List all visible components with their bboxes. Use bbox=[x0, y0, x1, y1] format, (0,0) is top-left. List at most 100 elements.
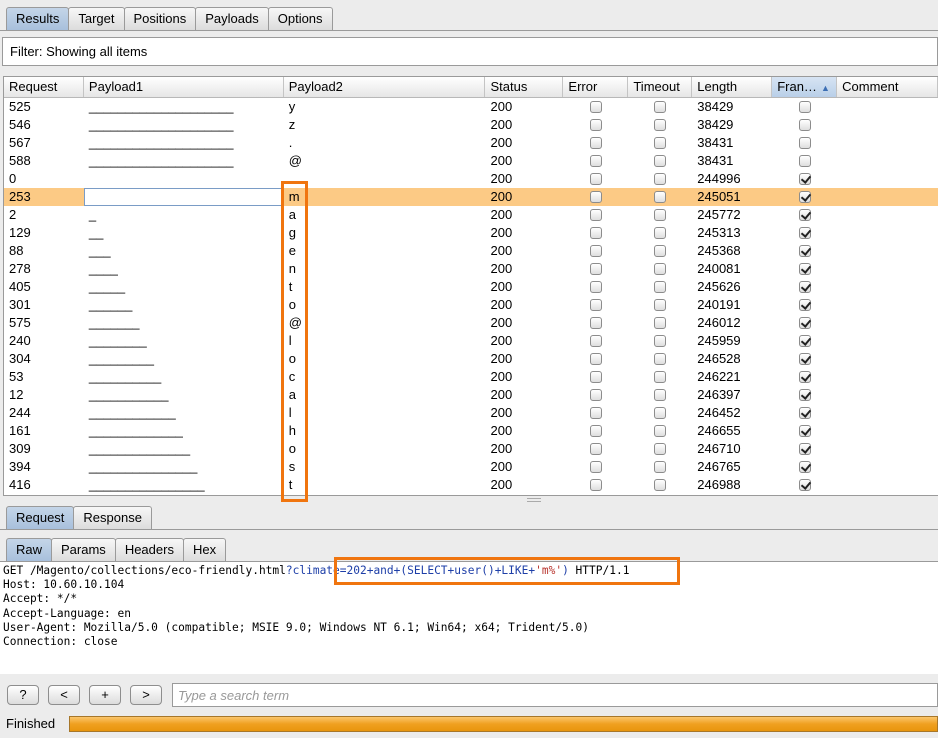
timeout-checkbox[interactable] bbox=[654, 208, 667, 221]
table-row[interactable]: 244 ____________ l 200 246452 bbox=[4, 404, 938, 422]
timeout-checkbox[interactable] bbox=[654, 298, 667, 311]
table-row[interactable]: 309 ______________ o 200 246710 bbox=[4, 440, 938, 458]
timeout-checkbox[interactable] bbox=[654, 406, 667, 419]
tab-raw[interactable]: Raw bbox=[6, 538, 53, 561]
table-row[interactable]: 88 ___ e 200 245368 bbox=[4, 242, 938, 260]
table-row[interactable]: 278 ____ n 200 240081 bbox=[4, 260, 938, 278]
flag-checkbox[interactable] bbox=[798, 100, 811, 113]
timeout-checkbox[interactable] bbox=[654, 154, 667, 167]
table-row[interactable]: 301 ______ o 200 240191 bbox=[4, 296, 938, 314]
error-checkbox[interactable] bbox=[589, 334, 602, 347]
column-header-length[interactable]: Length bbox=[692, 77, 773, 97]
column-header-request[interactable]: Request bbox=[4, 77, 84, 97]
flag-checkbox[interactable] bbox=[798, 370, 811, 383]
error-checkbox[interactable] bbox=[589, 442, 602, 455]
timeout-checkbox[interactable] bbox=[654, 478, 667, 491]
table-row[interactable]: 575 _______ @200 246012 bbox=[4, 314, 938, 332]
add-button[interactable]: + bbox=[89, 685, 121, 705]
column-header-payload2[interactable]: Payload2 bbox=[284, 77, 486, 97]
flag-checkbox[interactable] bbox=[798, 460, 811, 473]
timeout-checkbox[interactable] bbox=[654, 316, 667, 329]
error-checkbox[interactable] bbox=[589, 298, 602, 311]
error-checkbox[interactable] bbox=[589, 460, 602, 473]
table-row[interactable]: 405 _____ t 200 245626 bbox=[4, 278, 938, 296]
error-checkbox[interactable] bbox=[589, 154, 602, 167]
previous-match-button[interactable]: < bbox=[48, 685, 80, 705]
flag-checkbox[interactable] bbox=[798, 298, 811, 311]
table-row[interactable]: 588 ____________________ @200 38431 bbox=[4, 152, 938, 170]
error-checkbox[interactable] bbox=[589, 136, 602, 149]
timeout-checkbox[interactable] bbox=[654, 352, 667, 365]
table-row[interactable]: 161 _____________ h 200 246655 bbox=[4, 422, 938, 440]
tab-options[interactable]: Options bbox=[267, 7, 333, 30]
flag-checkbox[interactable] bbox=[798, 118, 811, 131]
table-row[interactable]: 416 ________________ t 200 246988 bbox=[4, 476, 938, 494]
flag-checkbox[interactable] bbox=[798, 280, 811, 293]
table-row[interactable]: 240 ________ l 200 245959 bbox=[4, 332, 938, 350]
table-row[interactable]: 253 m 200 245051 bbox=[4, 188, 938, 206]
help-button[interactable]: ? bbox=[7, 685, 39, 705]
error-checkbox[interactable] bbox=[589, 172, 602, 185]
timeout-checkbox[interactable] bbox=[654, 460, 667, 473]
raw-request-editor[interactable]: GET /Magento/collections/eco-friendly.ht… bbox=[0, 562, 938, 674]
table-row[interactable]: 546 ____________________ z 200 38429 bbox=[4, 116, 938, 134]
flag-checkbox[interactable] bbox=[798, 424, 811, 437]
timeout-checkbox[interactable] bbox=[654, 388, 667, 401]
timeout-checkbox[interactable] bbox=[654, 172, 667, 185]
error-checkbox[interactable] bbox=[589, 244, 602, 257]
table-row[interactable]: 567 ____________________. 200 38431 bbox=[4, 134, 938, 152]
table-row[interactable]: 53 __________ c 200 246221 bbox=[4, 368, 938, 386]
error-checkbox[interactable] bbox=[589, 424, 602, 437]
flag-checkbox[interactable] bbox=[798, 316, 811, 329]
timeout-checkbox[interactable] bbox=[654, 136, 667, 149]
tab-results[interactable]: Results bbox=[6, 7, 70, 30]
error-checkbox[interactable] bbox=[589, 388, 602, 401]
flag-checkbox[interactable] bbox=[798, 226, 811, 239]
error-checkbox[interactable] bbox=[589, 370, 602, 383]
search-input[interactable] bbox=[172, 683, 938, 707]
error-checkbox[interactable] bbox=[589, 100, 602, 113]
column-header-comment[interactable]: Comment bbox=[837, 77, 938, 97]
table-row[interactable]: 0 200 244996 bbox=[4, 170, 938, 188]
error-checkbox[interactable] bbox=[589, 478, 602, 491]
tab-positions[interactable]: Positions bbox=[123, 7, 197, 30]
flag-checkbox[interactable] bbox=[798, 406, 811, 419]
timeout-checkbox[interactable] bbox=[654, 262, 667, 275]
error-checkbox[interactable] bbox=[589, 280, 602, 293]
column-header-flag[interactable]: Fran… ▲ bbox=[772, 77, 838, 97]
table-row[interactable]: 129 __ g 200 245313 bbox=[4, 224, 938, 242]
column-header-payload1[interactable]: Payload1 bbox=[84, 77, 284, 97]
timeout-checkbox[interactable] bbox=[654, 424, 667, 437]
column-header-timeout[interactable]: Timeout bbox=[628, 77, 693, 97]
flag-checkbox[interactable] bbox=[798, 442, 811, 455]
tab-target[interactable]: Target bbox=[68, 7, 125, 30]
table-row[interactable]: 12 ___________ a 200 246397 bbox=[4, 386, 938, 404]
tab-params[interactable]: Params bbox=[51, 538, 116, 561]
pane-splitter-handle[interactable] bbox=[527, 498, 541, 502]
timeout-checkbox[interactable] bbox=[654, 100, 667, 113]
flag-checkbox[interactable] bbox=[798, 352, 811, 365]
next-match-button[interactable]: > bbox=[130, 685, 162, 705]
tab-response[interactable]: Response bbox=[73, 506, 152, 529]
timeout-checkbox[interactable] bbox=[654, 334, 667, 347]
error-checkbox[interactable] bbox=[589, 118, 602, 131]
flag-checkbox[interactable] bbox=[798, 244, 811, 257]
tab-hex[interactable]: Hex bbox=[182, 538, 227, 561]
table-row[interactable]: 525 ____________________ y 200 38429 bbox=[4, 98, 938, 116]
flag-checkbox[interactable] bbox=[798, 136, 811, 149]
timeout-checkbox[interactable] bbox=[654, 118, 667, 131]
column-header-status[interactable]: Status bbox=[485, 77, 564, 97]
flag-checkbox[interactable] bbox=[798, 208, 811, 221]
table-row[interactable]: 304 _________ o 200 246528 bbox=[4, 350, 938, 368]
timeout-checkbox[interactable] bbox=[654, 244, 667, 257]
filter-bar[interactable]: Filter: Showing all items bbox=[2, 37, 938, 66]
flag-checkbox[interactable] bbox=[798, 190, 811, 203]
timeout-checkbox[interactable] bbox=[654, 370, 667, 383]
error-checkbox[interactable] bbox=[589, 352, 602, 365]
error-checkbox[interactable] bbox=[589, 190, 602, 203]
timeout-checkbox[interactable] bbox=[654, 280, 667, 293]
flag-checkbox[interactable] bbox=[798, 154, 811, 167]
error-checkbox[interactable] bbox=[589, 406, 602, 419]
tab-headers[interactable]: Headers bbox=[114, 538, 184, 561]
flag-checkbox[interactable] bbox=[798, 172, 811, 185]
